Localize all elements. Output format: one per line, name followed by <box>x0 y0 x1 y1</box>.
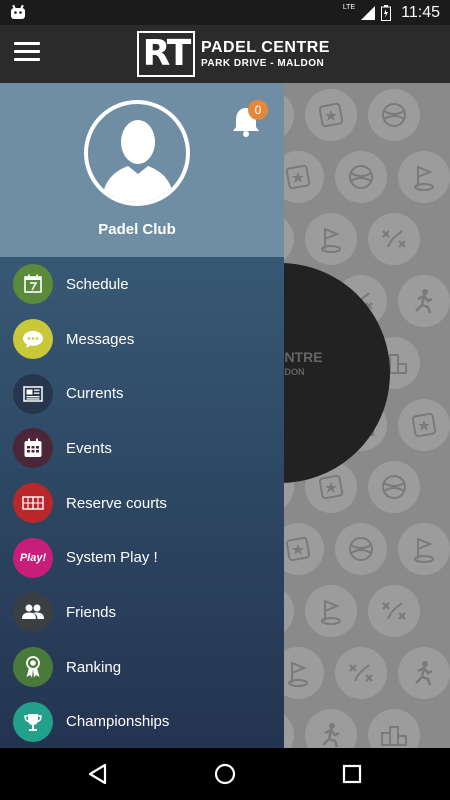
chat-bubble-icon <box>13 319 53 360</box>
avatar[interactable] <box>84 100 190 206</box>
pattern-cell <box>335 151 387 203</box>
court-icon <box>13 483 53 524</box>
pattern-cell <box>368 585 420 637</box>
hamburger-menu-icon[interactable] <box>14 42 40 64</box>
home-icon[interactable] <box>213 762 237 786</box>
status-bar: LTE 11:45 <box>0 0 450 25</box>
friends-icon <box>13 592 53 633</box>
menu-label-messages: Messages <box>66 330 135 348</box>
menu-label-system-play: System Play ! <box>66 549 158 567</box>
app-bar: RT PADEL CENTRE PARK DRIVE - MALDON <box>0 25 450 83</box>
play-logo-icon: Play! <box>13 537 53 578</box>
newspaper-icon <box>13 373 53 414</box>
back-icon[interactable] <box>86 762 110 786</box>
menu-item-friends[interactable]: Friends <box>0 585 284 640</box>
app-logo: RT PADEL CENTRE PARK DRIVE - MALDON <box>137 31 330 77</box>
profile-name: Padel Club <box>98 221 176 238</box>
pattern-cell <box>398 275 450 327</box>
medal-icon <box>13 647 53 688</box>
menu-item-system-play[interactable]: Play! System Play ! <box>0 530 284 585</box>
menu-label-events: Events <box>66 439 112 457</box>
play-logo-text: Play! <box>19 551 47 564</box>
app-subtitle: PARK DRIVE - MALDON <box>201 58 325 69</box>
calendar-day-icon <box>13 264 53 305</box>
pattern-cell <box>398 523 450 575</box>
app-title: PADEL CENTRE <box>201 39 330 56</box>
android-icon <box>11 4 25 19</box>
pattern-cell <box>305 89 357 141</box>
menu-item-reserve-courts[interactable]: Reserve courts <box>0 476 284 531</box>
pattern-cell <box>368 89 420 141</box>
pattern-cell <box>305 709 357 748</box>
drawer-header: Padel Club 0 <box>0 83 284 257</box>
pattern-cell <box>398 151 450 203</box>
pattern-cell <box>305 213 357 265</box>
pattern-cell <box>398 399 450 451</box>
recent-apps-icon[interactable] <box>340 762 364 786</box>
signal-icon <box>361 5 376 20</box>
menu-item-currents[interactable]: Currents <box>0 366 284 421</box>
menu-label-currents: Currents <box>66 385 124 403</box>
drawer-menu: Schedule Messages Currents Events Reserv… <box>0 257 284 748</box>
network-type: LTE <box>342 4 356 11</box>
menu-item-ranking[interactable]: Ranking <box>0 640 284 695</box>
notification-badge: 0 <box>248 100 268 120</box>
pattern-cell <box>368 461 420 513</box>
menu-item-schedule[interactable]: Schedule <box>0 257 284 312</box>
system-navigation-bar <box>0 748 450 800</box>
pattern-cell <box>368 213 420 265</box>
pattern-cell <box>368 709 420 748</box>
logo-mark: RT <box>137 31 195 77</box>
pattern-cell <box>398 647 450 699</box>
pattern-cell <box>305 585 357 637</box>
menu-label-schedule: Schedule <box>66 275 129 293</box>
menu-label-ranking: Ranking <box>66 658 122 676</box>
menu-label-reserve-courts: Reserve courts <box>66 494 167 512</box>
menu-item-championships[interactable]: Championships <box>0 695 284 749</box>
pattern-cell <box>335 647 387 699</box>
menu-item-events[interactable]: Events <box>0 421 284 476</box>
trophy-icon <box>13 701 53 742</box>
calendar-grid-icon <box>13 428 53 469</box>
pattern-cell <box>335 523 387 575</box>
menu-item-messages[interactable]: Messages <box>0 312 284 367</box>
person-silhouette-icon <box>102 120 174 202</box>
navigation-drawer: Padel Club 0 Schedule Messages Currents <box>0 83 284 748</box>
menu-label-friends: Friends <box>66 603 117 621</box>
battery-icon <box>381 4 392 21</box>
clock: 11:45 <box>401 3 440 21</box>
menu-label-championships: Championships <box>66 713 170 731</box>
